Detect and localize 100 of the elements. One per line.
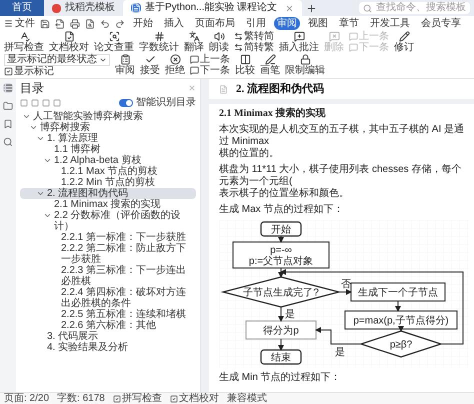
chevron-icon[interactable] xyxy=(43,211,52,220)
terminal-node: 结束 xyxy=(260,349,302,365)
chevron-icon[interactable] xyxy=(43,156,52,165)
toc-item[interactable]: 2.2.5 第五标准：连续和堵棋 xyxy=(20,309,196,320)
ribbon-button[interactable]: 插入批注 xyxy=(279,31,319,53)
close-icon[interactable] xyxy=(285,4,294,12)
status-button[interactable]: 拼写检查 xyxy=(112,393,162,404)
mode-label: 兼容模式 xyxy=(226,393,267,404)
tool-icon xyxy=(64,31,74,42)
decision-diamond: 子节点生成完了? xyxy=(220,276,342,308)
ribbon-button[interactable]: 繁转简 xyxy=(234,31,274,42)
ribbon-button[interactable]: 接受 xyxy=(140,54,160,76)
ribbon-button[interactable]: 审阅 xyxy=(115,54,135,76)
ribbon-tab[interactable]: 视图 xyxy=(305,17,331,30)
smart-toc-toggle[interactable] xyxy=(119,98,133,106)
toolbar-icon[interactable] xyxy=(40,18,50,28)
toc-item[interactable]: 2.2.2 第二标准：防止敌方下一步获胜 xyxy=(20,243,196,265)
process-box: 得分为p xyxy=(246,320,316,340)
toc-item[interactable]: 1. 算法原理 xyxy=(20,133,196,144)
chevron-icon[interactable] xyxy=(29,123,38,132)
tool-icon xyxy=(294,31,304,42)
ribbon-button[interactable]: 显示标记 xyxy=(4,66,110,77)
ribbon-button[interactable]: 比较 xyxy=(235,54,255,76)
file-menu[interactable]: 文件 xyxy=(4,16,35,31)
ribbon-tab[interactable]: 会员专享 xyxy=(418,17,464,30)
toc-item[interactable]: 2.2.3 第三标准：下一步连出必胜棋 xyxy=(20,265,196,287)
toc-item[interactable]: 1.2 Alpha-beta 剪枝 xyxy=(20,155,196,166)
toc-item[interactable]: 2.2.6 第六标准：其他 xyxy=(20,320,196,331)
toc-item[interactable]: 2.2 分数标准（评价函数的设计） xyxy=(20,210,196,232)
toc-item[interactable]: 3. 代码展示 xyxy=(20,331,196,342)
toolbar-icon[interactable] xyxy=(85,18,95,28)
menu-icon xyxy=(4,19,13,28)
edge-label: 否 xyxy=(341,279,351,290)
tool-icon xyxy=(349,32,358,41)
ribbon-tab[interactable]: 引用 xyxy=(243,17,269,30)
panel-title: 目录 xyxy=(20,81,44,95)
ribbon-button[interactable]: 下一条 xyxy=(190,65,230,76)
caret-icon xyxy=(99,56,107,64)
tool-icon xyxy=(144,54,156,65)
ribbon-button[interactable]: 画笔 xyxy=(260,54,280,76)
word-count: 字数: 6178 xyxy=(57,393,105,404)
toc-item[interactable]: 人工智能实验博弈树搜索 xyxy=(20,111,196,122)
toc-item[interactable]: 1.2.2 Min 节点的剪枝 xyxy=(20,177,196,188)
toc-item[interactable]: 2. 流程图和伪代码 xyxy=(20,188,196,199)
ribbon-tab[interactable]: 页面布局 xyxy=(192,17,238,30)
ribbon-button[interactable]: 朗读 xyxy=(209,31,229,53)
tool-icon xyxy=(349,43,358,52)
ribbon-button[interactable]: 上一条 xyxy=(190,54,230,65)
ribbon-button[interactable]: 修订 xyxy=(394,31,414,53)
tool-icon xyxy=(234,43,243,52)
chevron-icon[interactable] xyxy=(36,189,45,198)
status-button[interactable]: 文档校对 xyxy=(170,393,219,404)
toc-item[interactable]: 博弈树搜索 xyxy=(20,122,196,133)
ribbon-tab[interactable]: 开发工具 xyxy=(367,17,413,30)
markup-select[interactable]: 显示标记的最终状态 xyxy=(4,54,110,66)
chevron-icon[interactable] xyxy=(22,112,31,121)
new-tab-icon[interactable] xyxy=(306,2,318,14)
toc-item[interactable]: 1.1 博弈树 xyxy=(20,144,196,155)
toolbar-icon[interactable] xyxy=(100,18,110,28)
terminal-node: 开始 xyxy=(260,221,302,237)
ribbon-button[interactable]: 简转繁 xyxy=(234,42,274,53)
page-heading: 2. 流程图和伪代码 xyxy=(236,82,324,96)
ribbon-button[interactable]: 翻译 xyxy=(184,31,204,53)
document-tab[interactable]: 找稻壳模板 xyxy=(44,0,123,16)
toolbar-icon[interactable] xyxy=(55,18,65,28)
ribbon-button[interactable]: 拼写检查 xyxy=(4,31,44,53)
tool-icon xyxy=(190,55,199,64)
chevron-icon[interactable] xyxy=(36,134,45,143)
tool-icon xyxy=(170,54,180,65)
template-icon xyxy=(52,4,61,12)
toc-item[interactable]: 2.1 Minimax 搜索的实现 xyxy=(20,199,196,210)
document-tab[interactable]: 首页 xyxy=(0,0,44,16)
ribbon-button[interactable]: 字数统计 xyxy=(139,31,179,53)
document-tab[interactable]: 基于Python...能实验 课程论文 xyxy=(123,0,302,16)
ribbon-button[interactable]: 论文查重 xyxy=(94,31,134,53)
ribbon-tab[interactable]: 开始 xyxy=(130,17,156,30)
section-heading: 2.1 Minimax 搜索的实现 xyxy=(219,108,326,120)
arrow xyxy=(278,236,284,243)
toc-item[interactable]: 2.2.1 第一标准：下一步获胜 xyxy=(20,232,196,243)
ribbon-button[interactable]: 文档校对 xyxy=(49,31,89,53)
ribbon-button[interactable]: 限制编辑 xyxy=(285,54,325,76)
tool-icon xyxy=(234,32,243,41)
ribbon-button[interactable]: 拒绝 xyxy=(165,54,185,76)
ribbon-tab[interactable]: 章节 xyxy=(336,17,362,30)
process-box: 生成下一个子节点 xyxy=(350,282,446,302)
tool-icon xyxy=(188,31,200,42)
tool-icon xyxy=(240,54,250,65)
side-tab-icon[interactable] xyxy=(3,83,13,93)
paragraph: 棋盘为 11*11 大小，棋子使用列表 chesses 存储，每个元素为一个元组( 表示棋子的位置坐标和颜色。 xyxy=(219,164,462,200)
ribbon-tab[interactable]: 审阅 xyxy=(274,17,300,30)
paragraph: 本次实现的是人机交互的五子棋，其中五子棋的 AI 是通过 Minimax 棋的位置的。 xyxy=(219,124,464,160)
tool-icon xyxy=(398,31,410,42)
toc-item[interactable]: 2.2.4 第四标准：破坏对方连出必胜棋的条件 xyxy=(20,287,196,309)
toolbar-icon[interactable] xyxy=(115,18,125,28)
tool-icon xyxy=(190,66,199,75)
toc-item[interactable]: 1.2.1 Max 节点的剪枝 xyxy=(20,166,196,177)
ribbon-tab[interactable]: 插入 xyxy=(161,17,187,30)
toolbar-icon[interactable] xyxy=(70,18,80,28)
toc-item[interactable]: 4. 实验结果及分析 xyxy=(20,342,196,353)
caption: 生成 Max 节点的过程如下： xyxy=(219,204,344,216)
